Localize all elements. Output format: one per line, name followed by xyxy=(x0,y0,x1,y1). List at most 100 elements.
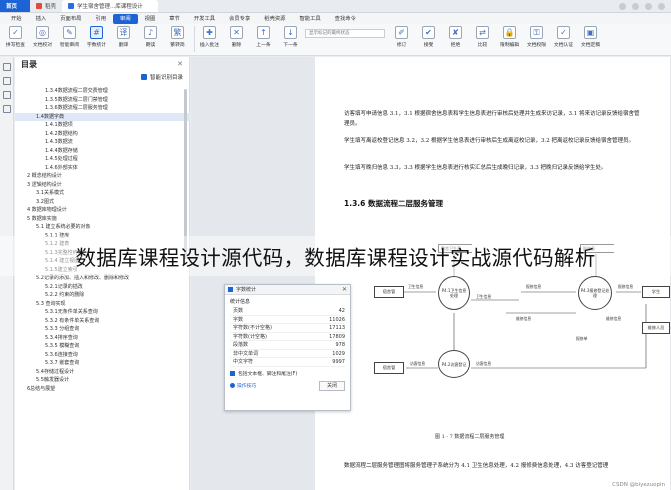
figure-caption: 图 1 - 7 数据流程二层服务管理 xyxy=(435,434,505,440)
smart-toc-button[interactable]: 智能识别目录 xyxy=(15,71,189,83)
toc-item[interactable]: 4 数据库物理设计 xyxy=(15,206,190,215)
toc-item[interactable]: 5.2.1记录的插改 xyxy=(15,283,190,292)
toc-item[interactable]: 1.4.2数据结构 xyxy=(15,130,190,139)
toc-item[interactable]: 6总结与展望 xyxy=(15,385,190,394)
stats-value: 1029 xyxy=(332,350,345,357)
smart-review-icon: ✎ xyxy=(63,26,76,39)
ribbon-label: 文档权限 xyxy=(526,43,547,48)
title-bar: 首页 稻壳 学生宿舍管理...库课程设计 xyxy=(0,0,671,13)
bookmark-icon[interactable] xyxy=(3,91,11,99)
menu-item[interactable]: 页面布局 xyxy=(53,14,88,24)
close-button[interactable]: 关闭 xyxy=(319,380,345,391)
include-textbox-checkbox[interactable]: 包括文本框、脚注和尾注(F) xyxy=(230,370,345,377)
word-doc-icon xyxy=(68,3,75,9)
close-icon[interactable]: ✕ xyxy=(177,60,183,68)
toc-item[interactable]: 1.4.4数据存储 xyxy=(15,147,190,156)
menu-item[interactable]: 会员专享 xyxy=(222,14,257,24)
close-icon[interactable]: ✕ xyxy=(342,286,347,293)
restrict-button[interactable]: 🔒 限制编辑 xyxy=(497,26,522,48)
toc-item[interactable]: 1.4.5处理过程 xyxy=(15,155,190,164)
toc-item[interactable]: 1.3.5数据流程二层门禁管理 xyxy=(15,96,190,105)
toc-panel-icon[interactable] xyxy=(3,63,11,71)
restrict-icon: 🔒 xyxy=(503,26,516,39)
toc-item[interactable]: 5.3.2 有条件单关系查询 xyxy=(15,317,190,326)
toc-item[interactable]: 5.3.5 模糊查询 xyxy=(15,342,190,351)
toc-item[interactable]: 5.3.3 分组查询 xyxy=(15,325,190,334)
toc-item[interactable]: 5.1 建立系统必要的对象 xyxy=(15,223,190,232)
proofread-button[interactable]: ◎ 文档校对 xyxy=(30,26,55,48)
revise-button[interactable]: ✐ 修订 xyxy=(389,26,414,48)
close-icon[interactable] xyxy=(658,2,665,10)
menu-item[interactable]: 开发工具 xyxy=(187,14,222,24)
toc-item[interactable]: 3 逻辑结构设计 xyxy=(15,181,190,190)
stats-label: 非中文单词 xyxy=(233,350,259,357)
dfd-flow-label: 卫生信息 xyxy=(476,294,492,299)
stats-label: 字符数(计空格) xyxy=(233,333,267,340)
menu-item[interactable]: 视图 xyxy=(138,14,163,24)
menu-item[interactable]: 查找命令 xyxy=(328,14,363,24)
toc-item[interactable]: 1.4.1数据项 xyxy=(15,121,190,130)
dfd-flow-label: 维修信息 xyxy=(606,316,622,321)
finalize-button[interactable]: ▣ 文档定稿 xyxy=(578,26,603,48)
certify-button[interactable]: ✓ 文档认证 xyxy=(551,26,576,48)
delete-button[interactable]: ✕ 删除 xyxy=(224,26,249,48)
dfd-flow-label: 访客信息 xyxy=(410,361,426,366)
reject-button[interactable]: ✘ 拒绝 xyxy=(443,26,468,48)
pages-icon[interactable] xyxy=(3,77,11,85)
prev-button[interactable]: ↑ 上一条 xyxy=(251,26,276,48)
smart-review-button[interactable]: ✎ 智能审阅 xyxy=(57,26,82,48)
tips-link[interactable]: 操作技巧 xyxy=(230,382,256,389)
menu-item[interactable]: 智能工具 xyxy=(292,14,327,24)
menu-item[interactable]: 稻壳资源 xyxy=(257,14,292,24)
avatar[interactable] xyxy=(619,2,626,10)
toc-item[interactable]: 3.2图式 xyxy=(15,198,190,207)
spellcheck-button[interactable]: ✓ 拼写检查 xyxy=(3,26,28,48)
docer-icon xyxy=(36,3,42,9)
menu-item[interactable]: 开始 xyxy=(4,14,29,24)
permission-button[interactable]: ⚿ 文档权限 xyxy=(524,26,549,48)
toc-item[interactable]: 3.1关系模式 xyxy=(15,189,190,198)
minimize-icon[interactable] xyxy=(632,2,639,10)
toc-item[interactable]: 1.4数据字典 xyxy=(15,112,190,121)
toc-item[interactable]: 1.4.6外部实体 xyxy=(15,164,190,173)
translate-button[interactable]: 译翻译 xyxy=(111,26,136,48)
dfd-entity: 学生 xyxy=(642,286,670,298)
tab-document[interactable]: 学生宿舍管理...库课程设计 xyxy=(62,0,159,12)
toc-item[interactable]: 5 数据库实施 xyxy=(15,215,190,224)
display-mode-select[interactable]: 显示标记的最终状态 xyxy=(305,29,385,38)
toc-item[interactable]: 2 概念结构设计 xyxy=(15,172,190,181)
toc-item[interactable]: 5.3.1无条件单关系查询 xyxy=(15,308,190,317)
toc-item[interactable]: 1.3.4数据流程二层交费管理 xyxy=(15,87,190,96)
word-count-button[interactable]: # 字数统计 xyxy=(84,26,109,48)
toc-item[interactable]: 5.3.4排序查询 xyxy=(15,334,190,343)
watermark: CSDN @biyezuopin xyxy=(612,482,665,488)
ribbon-label: 修订 xyxy=(396,43,407,48)
search-icon[interactable] xyxy=(3,105,11,113)
read-aloud-button[interactable]: ♪ 朗读 xyxy=(138,26,163,48)
stats-row: 字符数(不计空格) 17113 xyxy=(230,324,345,333)
tab-home[interactable]: 首页 xyxy=(0,0,30,12)
insert-comment-button[interactable]: ✚ 插入批注 xyxy=(197,26,222,48)
toc-item[interactable]: 5.2.2 约束的删除 xyxy=(15,291,190,300)
tab-docer[interactable]: 稻壳 xyxy=(30,0,62,12)
accept-button[interactable]: ✔ 接受 xyxy=(416,26,441,48)
toc-item[interactable]: 5.3.7 嵌套查询 xyxy=(15,359,190,368)
toc-item[interactable]: 1.4.3数据流 xyxy=(15,138,190,147)
toc-item[interactable]: 5.3 查询实现 xyxy=(15,300,190,309)
menu-item[interactable]: 审阅 xyxy=(113,13,138,24)
toc-item[interactable]: 1.3.6数据流程二层服务管理 xyxy=(15,104,190,113)
toc-item[interactable]: 5.4存储过程设计 xyxy=(15,368,190,377)
ribbon-label: 文档定稿 xyxy=(580,43,601,48)
toc-item[interactable]: 5.3.6连接查询 xyxy=(15,351,190,360)
trad-simp-button[interactable]: 繁繁转简 xyxy=(165,26,190,48)
maximize-icon[interactable] xyxy=(645,2,652,10)
stats-value: 17113 xyxy=(329,325,345,331)
toc-item[interactable]: 5.5触发器设计 xyxy=(15,376,190,385)
stats-row: 中文字符 9997 xyxy=(230,358,345,367)
menu-item[interactable]: 引用 xyxy=(88,14,113,24)
menu-item[interactable]: 插入 xyxy=(29,14,54,24)
menu-item[interactable]: 章节 xyxy=(162,14,187,24)
stats-table: 页数 42 字数 11026 字符数(不计空格) 17113 字符数(计空格) 17809 段落… xyxy=(230,307,345,367)
next-button[interactable]: ↓ 下一条 xyxy=(278,26,303,48)
compare-button[interactable]: ⇄ 比较 xyxy=(470,26,495,48)
